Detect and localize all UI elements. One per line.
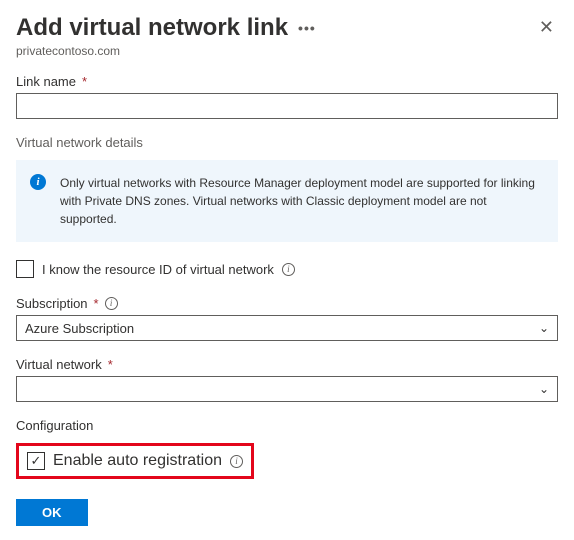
breadcrumb: privatecontoso.com xyxy=(16,44,316,58)
required-asterisk: * xyxy=(94,296,99,311)
subscription-value: Azure Subscription xyxy=(25,321,134,336)
ok-button[interactable]: OK xyxy=(16,499,88,526)
info-banner: i Only virtual networks with Resource Ma… xyxy=(16,160,558,242)
info-tooltip-icon[interactable]: i xyxy=(105,297,118,310)
link-name-input[interactable] xyxy=(16,93,558,119)
know-resource-id-label: I know the resource ID of virtual networ… xyxy=(42,262,274,277)
info-banner-text: Only virtual networks with Resource Mana… xyxy=(60,176,535,226)
vnet-details-title: Virtual network details xyxy=(16,135,558,150)
more-icon[interactable]: ••• xyxy=(298,20,316,36)
auto-registration-label: Enable auto registration xyxy=(53,452,222,470)
chevron-down-icon: ⌄ xyxy=(539,321,549,335)
virtual-network-label-text: Virtual network xyxy=(16,357,102,372)
page-title-text: Add virtual network link xyxy=(16,14,288,42)
virtual-network-select[interactable]: ⌄ xyxy=(16,376,558,402)
auto-registration-highlight: ✓ Enable auto registration i xyxy=(16,443,254,479)
close-icon[interactable]: ✕ xyxy=(535,14,558,40)
configuration-title: Configuration xyxy=(16,418,558,433)
info-tooltip-icon[interactable]: i xyxy=(230,455,243,468)
virtual-network-label: Virtual network * xyxy=(16,357,558,372)
required-asterisk: * xyxy=(82,74,87,89)
subscription-label: Subscription * i xyxy=(16,296,558,311)
link-name-label-text: Link name xyxy=(16,74,76,89)
info-icon: i xyxy=(30,174,46,190)
info-tooltip-icon[interactable]: i xyxy=(282,263,295,276)
link-name-label: Link name * xyxy=(16,74,558,89)
know-resource-id-checkbox[interactable] xyxy=(16,260,34,278)
page-title: Add virtual network link ••• xyxy=(16,14,316,42)
auto-registration-checkbox[interactable]: ✓ xyxy=(27,452,45,470)
subscription-select[interactable]: Azure Subscription ⌄ xyxy=(16,315,558,341)
required-asterisk: * xyxy=(108,357,113,372)
subscription-label-text: Subscription xyxy=(16,296,88,311)
chevron-down-icon: ⌄ xyxy=(539,382,549,396)
